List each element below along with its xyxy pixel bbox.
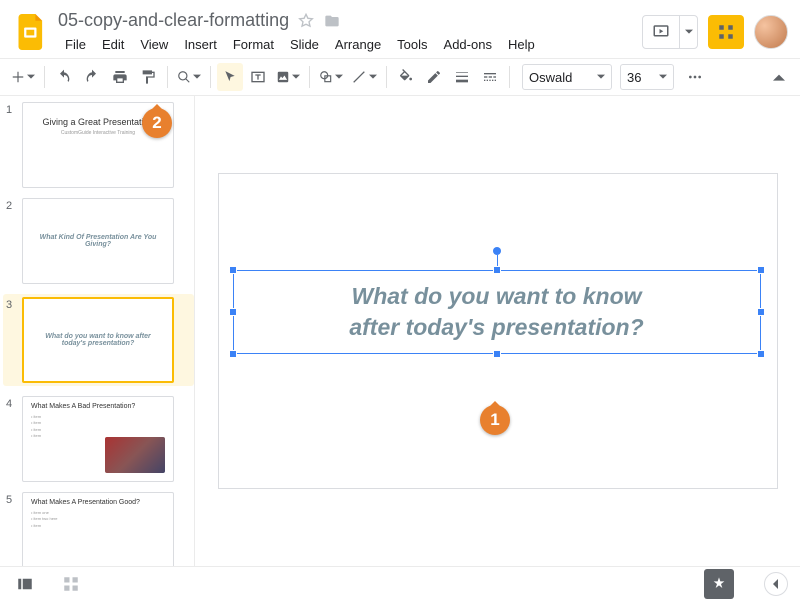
menu-tools[interactable]: Tools bbox=[390, 34, 434, 55]
resize-handle[interactable] bbox=[757, 350, 765, 358]
menu-edit[interactable]: Edit bbox=[95, 34, 131, 55]
slide-number: 2 bbox=[6, 198, 16, 212]
filmstrip-panel: 1 Giving a Great Presentation CustomGuid… bbox=[0, 96, 195, 566]
toolbar: Oswald 36 bbox=[0, 58, 800, 96]
select-tool[interactable] bbox=[217, 63, 243, 91]
menu-addons[interactable]: Add-ons bbox=[437, 34, 499, 55]
textbox-tool[interactable] bbox=[245, 63, 271, 91]
font-size-select[interactable]: 36 bbox=[620, 64, 674, 90]
grid-view-button[interactable] bbox=[58, 570, 84, 598]
image-tool[interactable] bbox=[273, 63, 303, 91]
new-slide-button[interactable] bbox=[8, 63, 38, 91]
slide-thumbnail[interactable]: What Kind Of Presentation Are You Giving… bbox=[22, 198, 174, 284]
document-title[interactable]: 05-copy-and-clear-formatting bbox=[58, 10, 289, 31]
paint-format-button[interactable] bbox=[135, 63, 161, 91]
rotate-handle[interactable] bbox=[493, 247, 501, 255]
menu-format[interactable]: Format bbox=[226, 34, 281, 55]
border-color-button[interactable] bbox=[421, 63, 447, 91]
more-button[interactable] bbox=[682, 63, 708, 91]
textbox-content[interactable]: What do you want to know after today's p… bbox=[349, 281, 643, 343]
footer bbox=[0, 566, 800, 600]
line-tool[interactable] bbox=[348, 63, 380, 91]
resize-handle[interactable] bbox=[229, 266, 237, 274]
slide-number: 5 bbox=[6, 492, 16, 506]
present-dropdown-icon[interactable] bbox=[679, 16, 697, 48]
slide-number: 4 bbox=[6, 396, 16, 410]
border-weight-button[interactable] bbox=[449, 63, 475, 91]
callout-1: 1 bbox=[480, 405, 510, 435]
font-size: 36 bbox=[627, 70, 641, 85]
menu-help[interactable]: Help bbox=[501, 34, 542, 55]
slide-thumbnail[interactable]: What Makes A Presentation Good? • item o… bbox=[22, 492, 174, 566]
print-button[interactable] bbox=[107, 63, 133, 91]
resize-handle[interactable] bbox=[493, 266, 501, 274]
shape-tool[interactable] bbox=[316, 63, 346, 91]
present-icon[interactable] bbox=[643, 23, 679, 41]
font-name: Oswald bbox=[529, 70, 572, 85]
slide-number: 3 bbox=[6, 297, 16, 311]
chevron-down-icon bbox=[659, 73, 667, 81]
filmstrip-view-button[interactable] bbox=[12, 570, 38, 598]
addons-button[interactable] bbox=[708, 15, 744, 49]
slide-number: 1 bbox=[6, 102, 16, 116]
resize-handle[interactable] bbox=[757, 266, 765, 274]
canvas-area[interactable]: What do you want to know after today's p… bbox=[195, 96, 800, 566]
resize-handle[interactable] bbox=[757, 308, 765, 316]
collapse-toolbar-button[interactable] bbox=[766, 63, 792, 91]
resize-handle[interactable] bbox=[493, 350, 501, 358]
folder-icon[interactable] bbox=[323, 12, 341, 30]
resize-handle[interactable] bbox=[229, 350, 237, 358]
menu-arrange[interactable]: Arrange bbox=[328, 34, 388, 55]
fill-color-button[interactable] bbox=[393, 63, 419, 91]
chevron-down-icon bbox=[597, 73, 605, 81]
menu-view[interactable]: View bbox=[133, 34, 175, 55]
user-avatar[interactable] bbox=[754, 15, 788, 49]
font-select[interactable]: Oswald bbox=[522, 64, 612, 90]
side-panel-toggle[interactable] bbox=[764, 572, 788, 596]
menu-insert[interactable]: Insert bbox=[177, 34, 224, 55]
menu-slide[interactable]: Slide bbox=[283, 34, 326, 55]
thumbnail-image bbox=[105, 437, 165, 473]
slide-thumbnail-selected[interactable]: What do you want to know after today's p… bbox=[22, 297, 174, 383]
undo-button[interactable] bbox=[51, 63, 77, 91]
callout-2: 2 bbox=[142, 108, 172, 138]
slide-thumbnail[interactable]: What Makes A Bad Presentation? • item• i… bbox=[22, 396, 174, 482]
star-icon[interactable] bbox=[297, 12, 315, 30]
explore-button[interactable] bbox=[704, 569, 734, 599]
zoom-button[interactable] bbox=[174, 63, 204, 91]
slide-canvas[interactable]: What do you want to know after today's p… bbox=[218, 173, 778, 489]
selected-textbox[interactable]: What do you want to know after today's p… bbox=[233, 270, 761, 354]
border-dash-button[interactable] bbox=[477, 63, 503, 91]
menu-bar: File Edit View Insert Format Slide Arran… bbox=[58, 34, 642, 55]
slides-logo[interactable] bbox=[12, 12, 52, 52]
redo-button[interactable] bbox=[79, 63, 105, 91]
present-button[interactable] bbox=[642, 15, 698, 49]
resize-handle[interactable] bbox=[229, 308, 237, 316]
menu-file[interactable]: File bbox=[58, 34, 93, 55]
